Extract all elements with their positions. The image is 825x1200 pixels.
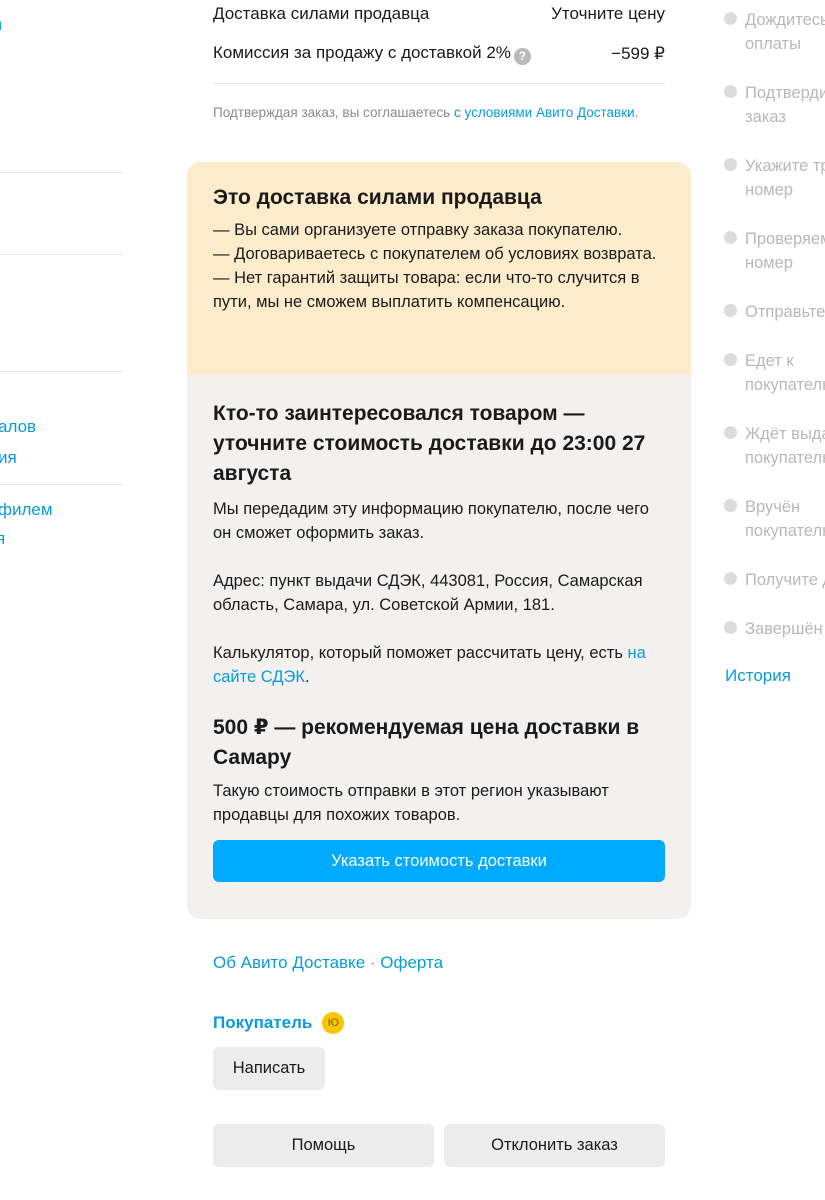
sidebar-divider [0, 484, 123, 485]
warning-line: — Нет гарантий защиты товара: если что-т… [213, 269, 640, 311]
buyer-link[interactable]: Покупатель [213, 1013, 312, 1033]
step-dot [724, 85, 737, 98]
footer-links: Об Авито Доставке · Оферта [213, 953, 443, 973]
step-dot [724, 572, 737, 585]
sidebar-link[interactable]: ия [0, 448, 17, 468]
step-dot [724, 353, 737, 366]
delivery-row: Доставка силами продавца Уточните цену [213, 3, 665, 25]
step-item: Подтвердите заказ [720, 81, 825, 129]
recommended-price-title: 500 ₽ — рекомендуемая цена доставки в Са… [213, 716, 640, 769]
calculator-text: Калькулятор, который поможет рассчитать … [213, 644, 628, 662]
warning-line: — Вы сами организуете отправку заказа по… [213, 221, 623, 239]
step-label: Ждёт выдачи покупателю [745, 425, 825, 467]
step-label: Завершён [745, 620, 823, 638]
pickup-address: Адрес: пункт выдачи СДЭК, 443081, Россия… [213, 572, 643, 614]
summary-divider [213, 83, 665, 84]
step-item: Вручён покупателю [720, 495, 825, 543]
seller-delivery-card: Это доставка силами продавца — Вы сами о… [187, 162, 691, 919]
step-label: Едет к покупателю [745, 352, 825, 394]
commission-row: Комиссия за продажу с доставкой 2%? −599… [213, 43, 665, 65]
step-item: Едет к покупателю [720, 349, 825, 397]
price-request-block: Кто-то заинтересовался товаром — уточнит… [187, 375, 691, 882]
step-dot [724, 12, 737, 25]
step-dot [724, 158, 737, 171]
step-dot [724, 621, 737, 634]
help-button[interactable]: Помощь [213, 1124, 434, 1167]
calculator-end: . [304, 668, 310, 686]
order-progress: Дождитесь оплаты Подтвердите заказ Укажи… [720, 0, 825, 1200]
sidebar-divider [0, 254, 123, 255]
commission-label-group: Комиссия за продажу с доставкой 2%? [213, 43, 531, 65]
terms-text: Подтверждая заказ, вы соглашаетесь [213, 105, 454, 120]
about-delivery-link[interactable]: Об Авито Доставке [213, 953, 365, 972]
commission-label: Комиссия за продажу с доставкой 2% [213, 43, 511, 63]
warning-line: — Договариваетесь с покупателем об услов… [213, 245, 657, 263]
set-delivery-cost-button[interactable]: Указать стоимость доставки [213, 840, 665, 882]
step-item: Отправьте [720, 300, 825, 324]
delivery-price-value: Уточните цену [551, 4, 665, 23]
step-label: Получите деньги [745, 571, 825, 589]
terms-link[interactable]: с условиями Авито Доставки [454, 105, 635, 120]
step-item: Дождитесь оплаты [720, 8, 825, 56]
step-dot [724, 231, 737, 244]
sidebar-divider [0, 172, 123, 173]
buyer-section: Покупатель Ю [213, 1012, 345, 1034]
recommended-price-text: Такую стоимость отправки в этот регион у… [213, 782, 609, 824]
terms-end: . [634, 105, 639, 120]
left-sidebar: ı алов ия филем я [0, 0, 125, 1200]
sidebar-link[interactable]: алов [0, 417, 36, 437]
step-dot [724, 304, 737, 317]
help-icon[interactable]: ? [513, 47, 531, 65]
delivery-label: Доставка силами продавца [213, 4, 430, 23]
calculator-note: Калькулятор, который поможет рассчитать … [213, 641, 665, 689]
offer-link[interactable]: Оферта [380, 953, 443, 972]
avatar[interactable]: Ю [322, 1012, 345, 1034]
warning-block: Это доставка силами продавца — Вы сами о… [187, 162, 691, 375]
sidebar-link[interactable]: филем [0, 500, 53, 520]
terms-notice: Подтверждая заказ, вы соглашаетесь с усл… [213, 105, 673, 120]
step-item: Ждёт выдачи покупателю [720, 422, 825, 470]
sidebar-fragment-link[interactable]: ı [0, 17, 2, 35]
sidebar-link[interactable]: я [0, 529, 5, 549]
step-label: Подтвердите заказ [745, 84, 825, 126]
warning-title: Это доставка силами продавца [213, 186, 542, 209]
step-label: Вручён покупателю [745, 498, 825, 540]
step-dot [724, 426, 737, 439]
request-title: Кто-то заинтересовался товаром — уточнит… [213, 402, 646, 485]
step-item: Получите деньги [720, 568, 825, 592]
step-item: Завершён [720, 617, 825, 641]
commission-value: −599 ₽ [611, 44, 665, 63]
step-item: Укажите трек- номер [720, 154, 825, 202]
step-label: Укажите трек- номер [745, 157, 825, 199]
step-label: Дождитесь оплаты [745, 11, 825, 53]
step-label: Проверяем номер [745, 230, 825, 272]
step-item: Проверяем номер [720, 227, 825, 275]
decline-order-button[interactable]: Отклонить заказ [444, 1124, 665, 1167]
request-info: Мы передадим эту информацию покупателю, … [213, 500, 649, 542]
sidebar-divider [0, 371, 123, 372]
history-link[interactable]: История [725, 666, 791, 686]
write-message-button[interactable]: Написать [213, 1047, 325, 1090]
link-separator: · [365, 953, 381, 972]
step-dot [724, 499, 737, 512]
step-label: Отправьте [745, 303, 825, 321]
